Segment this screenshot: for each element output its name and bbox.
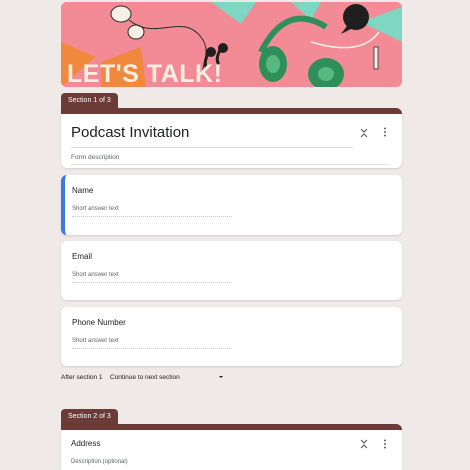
collapse-icon[interactable] — [359, 128, 369, 140]
form-title[interactable]: Podcast Invitation — [71, 124, 189, 141]
question-card-email[interactable]: Email Short answer text — [61, 241, 402, 300]
question-title: Phone Number — [72, 318, 126, 327]
section-2-card[interactable]: Address Description (optional) — [61, 424, 402, 470]
question-title: Name — [72, 186, 94, 195]
after-section-select[interactable]: Continue to next section — [110, 374, 180, 381]
section-description-input[interactable]: Description (optional) — [71, 459, 271, 469]
form-title-card[interactable]: Podcast Invitation Form description — [61, 108, 402, 168]
short-answer-field[interactable]: Short answer text — [72, 272, 232, 283]
question-card-phone[interactable]: Phone Number Short answer text — [61, 307, 402, 366]
banner-headline: LET'S TALK! — [67, 60, 222, 87]
more-vert-icon[interactable] — [380, 439, 390, 451]
question-card-name[interactable]: Name Short answer text — [61, 175, 402, 235]
section-2-tab: Section 2 of 3 — [61, 409, 118, 424]
form-title-underline — [71, 147, 353, 148]
section-1-tab: Section 1 of 3 — [61, 93, 118, 108]
after-section-label: After section 1 — [61, 374, 103, 381]
more-vert-icon[interactable] — [380, 127, 390, 139]
caret-down-icon[interactable] — [218, 374, 224, 382]
short-answer-field[interactable]: Short answer text — [72, 338, 232, 349]
form-description-input[interactable]: Form description — [71, 154, 389, 165]
header-banner-image: LET'S TALK! — [61, 2, 402, 87]
question-title: Email — [72, 252, 93, 261]
section-2-title[interactable]: Address — [71, 439, 100, 448]
short-answer-field[interactable]: Short answer text — [72, 206, 232, 217]
collapse-icon[interactable] — [359, 439, 369, 451]
